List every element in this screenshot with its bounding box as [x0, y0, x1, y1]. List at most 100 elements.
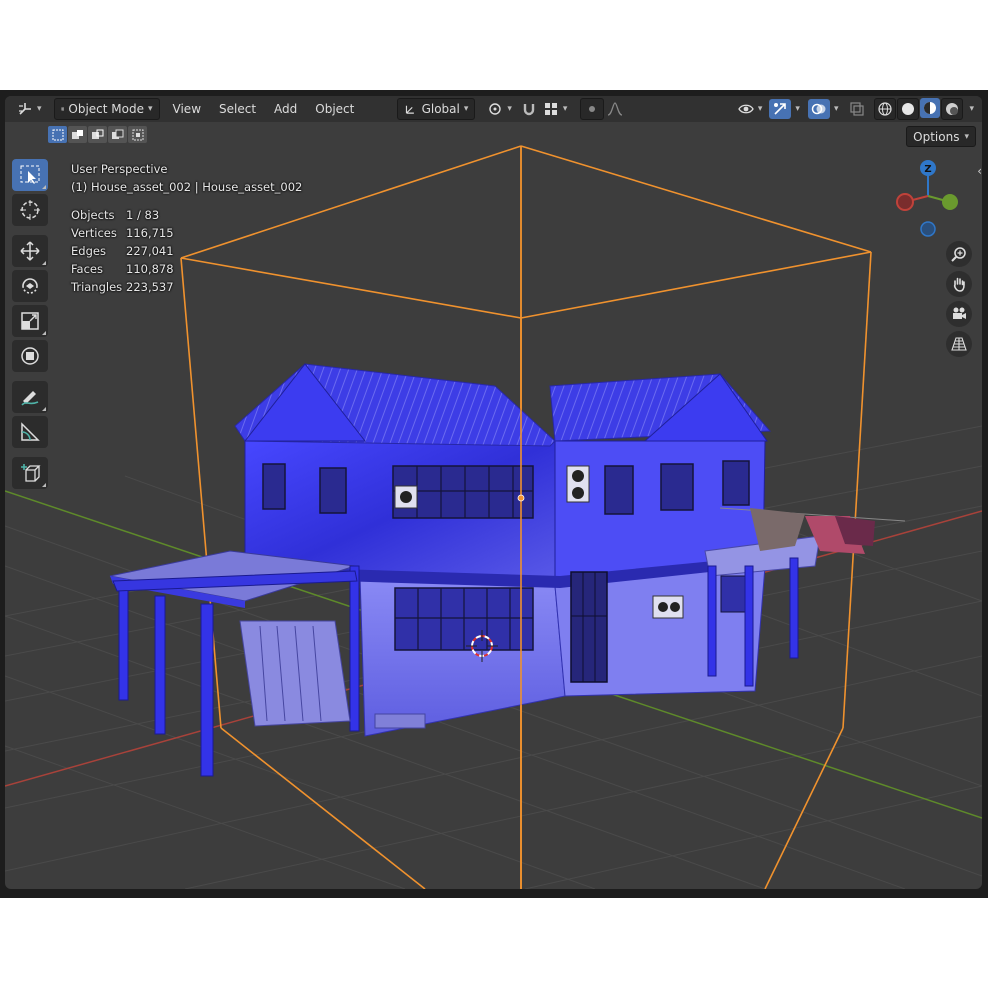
select-intersect-button[interactable]: [128, 126, 147, 143]
gizmo-neg-z[interactable]: [920, 221, 936, 237]
magnet-icon: [523, 104, 535, 116]
overlay-icon: [811, 103, 826, 115]
editor-type-button[interactable]: ▾: [11, 99, 48, 119]
menu-add[interactable]: Add: [265, 102, 306, 116]
gizmo-neg-y[interactable]: [896, 193, 914, 211]
chevron-down-icon: ▾: [148, 104, 153, 114]
shading-rendered-button[interactable]: [941, 98, 964, 120]
move-icon: [20, 241, 40, 261]
visibility-button[interactable]: ▾: [735, 99, 766, 119]
perspective-grid-icon: [951, 337, 967, 351]
chevron-down-icon: ▾: [37, 104, 42, 114]
3d-viewport[interactable]: ▾ Object Mode ▾ View Select Add Object G…: [5, 96, 982, 889]
stat-label: Objects: [71, 208, 115, 222]
stat-value: 110,878: [126, 262, 174, 276]
shading-material-button[interactable]: [920, 98, 941, 118]
select-new-button[interactable]: [48, 126, 67, 143]
shading-mode-group: [874, 98, 964, 120]
object-origin: [517, 494, 525, 502]
rotate-icon: [22, 278, 38, 294]
select-extend-button[interactable]: [68, 126, 87, 143]
scale-icon: [21, 312, 39, 330]
camera-view-button[interactable]: [946, 301, 972, 327]
hand-icon: [953, 277, 965, 292]
gizmo-y[interactable]: [942, 194, 958, 210]
solid-sphere-icon: [902, 103, 915, 115]
proportional-edit-toggle[interactable]: [580, 98, 605, 120]
stat-row: Faces 110,878: [71, 260, 302, 278]
pivot-icon: [489, 103, 502, 115]
shading-solid-button[interactable]: [897, 98, 920, 120]
view-name: User Perspective: [71, 162, 168, 176]
zoom-view-button[interactable]: [946, 241, 972, 267]
snap-toggle[interactable]: [518, 99, 540, 119]
chevron-down-icon[interactable]: ▾: [969, 104, 974, 114]
snap-target-button[interactable]: ▾: [540, 99, 571, 119]
stat-row: Edges 227,041: [71, 242, 302, 260]
pan-view-button[interactable]: [946, 271, 972, 297]
chevron-down-icon: ▾: [463, 104, 469, 114]
blender-window: ▾ Object Mode ▾ View Select Add Object G…: [0, 90, 988, 898]
stat-row: Objects 1 / 83: [71, 206, 302, 224]
tool-select-box[interactable]: [12, 159, 48, 191]
chevron-down-icon[interactable]: ▾: [834, 104, 839, 114]
select-subtract-icon: [91, 129, 103, 139]
select-extend-icon: [71, 129, 83, 139]
viewport-info-overlay: User Perspective (1) House_asset_002 | H…: [71, 160, 302, 296]
select-intersect-icon: [132, 129, 143, 140]
tool-annotate[interactable]: [12, 381, 48, 413]
snap-grid-icon: [544, 103, 557, 115]
stat-value: 1 / 83: [126, 208, 160, 222]
pivot-point-button[interactable]: ▾: [481, 99, 518, 119]
rendered-sphere-icon: [946, 103, 959, 115]
tool-transform[interactable]: [12, 340, 48, 372]
annotate-icon: [21, 391, 39, 406]
house-asset-model[interactable]: [109, 363, 906, 777]
stat-label: Vertices: [71, 226, 117, 240]
options-label: Options: [913, 129, 960, 144]
magnifier-plus-icon: [951, 247, 966, 262]
transform-orientation-select[interactable]: Global ▾: [397, 98, 476, 120]
add-cube-icon: [21, 464, 41, 482]
select-difference-button[interactable]: [108, 126, 127, 143]
chevron-down-icon: ▾: [757, 104, 763, 114]
select-subtract-button[interactable]: [88, 126, 107, 143]
eye-icon: [738, 104, 754, 114]
select-set-icon: [52, 129, 63, 140]
chevron-down-icon: ▾: [562, 104, 568, 114]
material-sphere-icon: [924, 102, 937, 114]
navigation-gizmo[interactable]: Z: [888, 156, 968, 246]
sidebar-toggle-icon[interactable]: ‹: [977, 164, 982, 178]
gizmo-icon: [774, 103, 787, 115]
active-object-name: (1) House_asset_002 | House_asset_002: [71, 180, 303, 194]
options-dropdown[interactable]: Options ▾: [906, 126, 976, 147]
menu-select[interactable]: Select: [210, 102, 265, 116]
menu-object[interactable]: Object: [306, 102, 363, 116]
select-difference-icon: [111, 129, 123, 139]
axes-grid-icon: [19, 103, 31, 115]
orientation-label: Global: [421, 102, 460, 116]
tool-rotate[interactable]: [12, 270, 48, 302]
mode-select[interactable]: Object Mode ▾: [53, 98, 160, 120]
chevron-down-icon[interactable]: ▾: [795, 104, 800, 114]
tool-cursor[interactable]: [12, 194, 48, 226]
xray-toggle[interactable]: [846, 99, 868, 119]
object-mode-icon: [61, 107, 64, 111]
falloff-button[interactable]: [604, 99, 626, 119]
tool-move[interactable]: [12, 235, 48, 267]
toggle-perspective-button[interactable]: [946, 331, 972, 357]
transform-icon: [21, 347, 39, 365]
camera-icon: [953, 307, 966, 319]
wireframe-sphere-icon: [878, 102, 893, 116]
tool-measure[interactable]: [12, 416, 48, 448]
shading-wireframe-button[interactable]: [874, 98, 897, 120]
gizmo-toggle[interactable]: [769, 99, 792, 119]
mode-label: Object Mode: [68, 102, 144, 116]
menu-view[interactable]: View: [164, 102, 210, 116]
tool-add-cube[interactable]: [12, 457, 48, 489]
selection-mode-group: [48, 126, 147, 143]
overlay-toggle[interactable]: [807, 99, 830, 119]
tool-scale[interactable]: [12, 305, 48, 337]
chevron-down-icon: ▾: [964, 131, 969, 142]
measure-icon: [21, 422, 40, 441]
